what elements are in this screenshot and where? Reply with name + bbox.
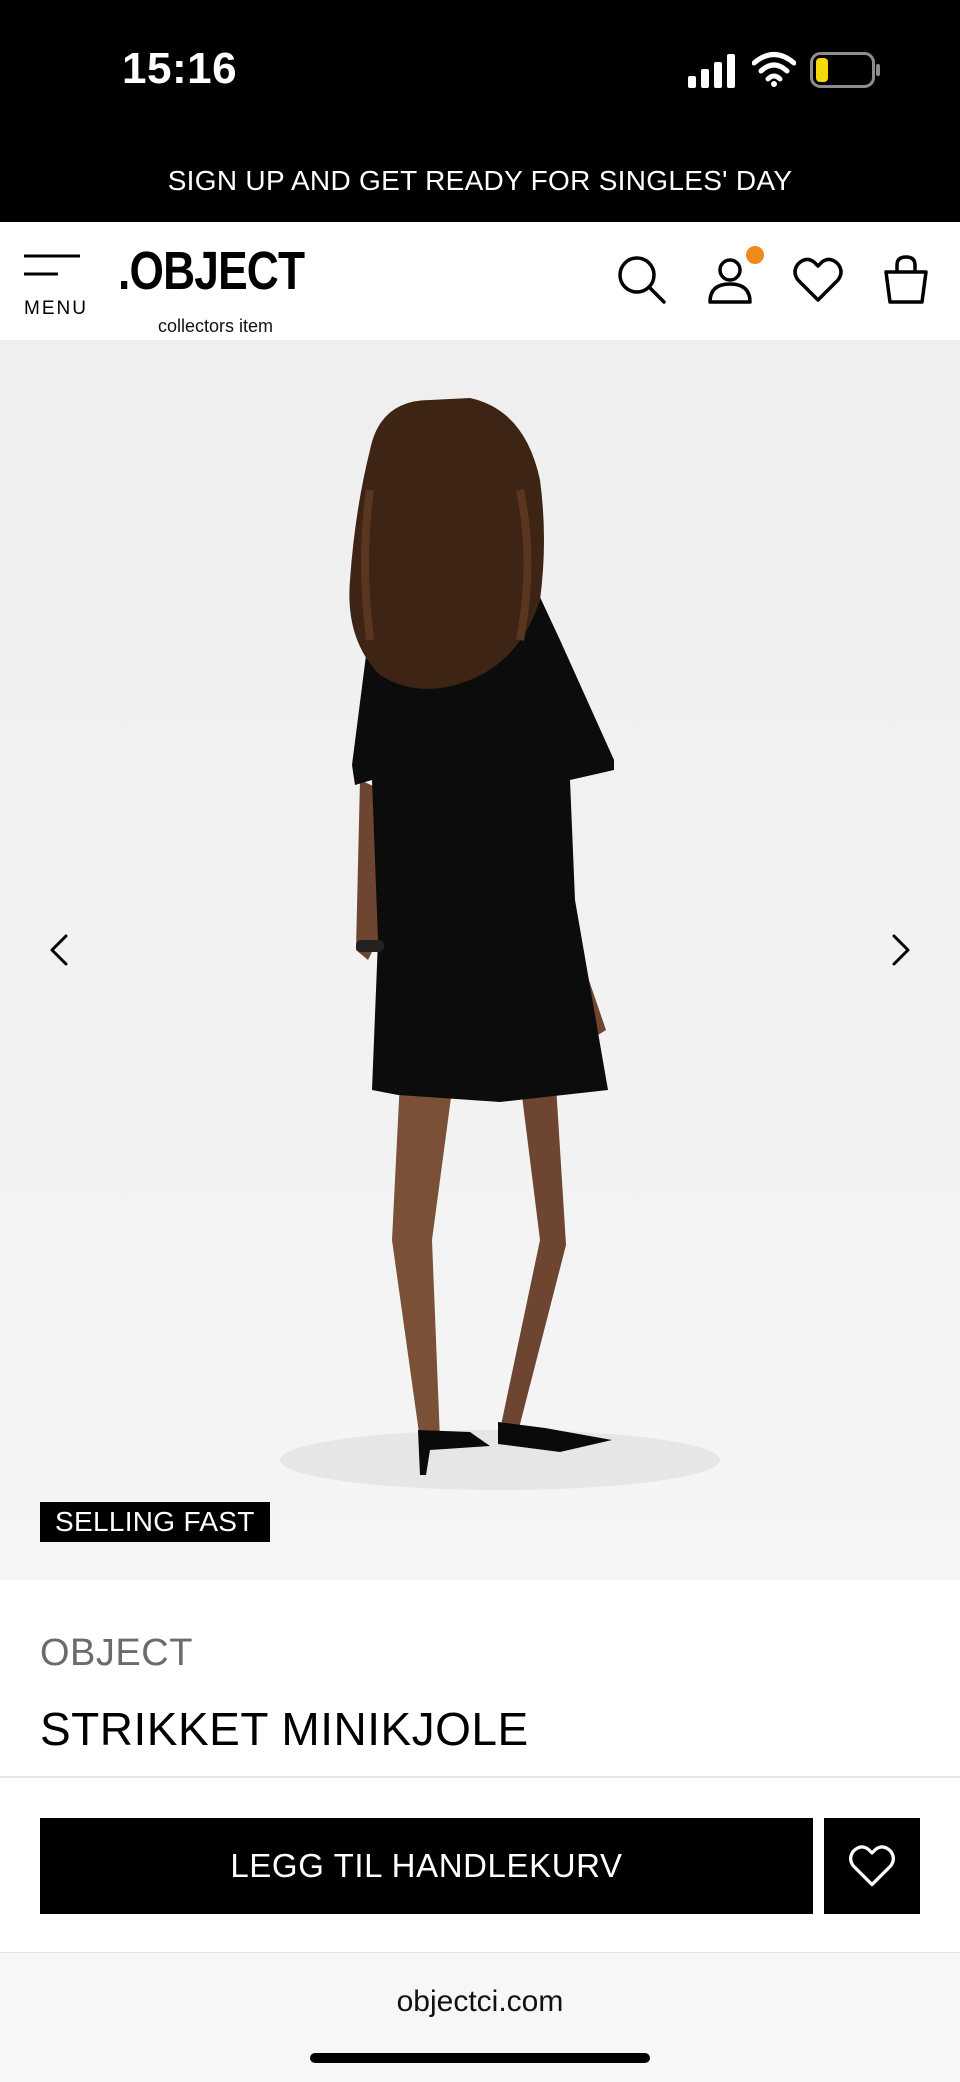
bag-icon[interactable]	[878, 252, 934, 308]
promo-banner[interactable]: SIGN UP AND GET READY FOR SINGLES' DAY	[0, 165, 960, 197]
action-bar: LEGG TIL HANDLEKURV	[0, 1778, 960, 1952]
top-bar: 15:16 SIGN UP AND GET READY FOR SINGLES'…	[0, 0, 960, 222]
heart-icon	[849, 1845, 895, 1887]
product-brand[interactable]: OBJECT	[40, 1632, 193, 1675]
product-photo	[280, 398, 720, 1490]
selling-fast-badge: SELLING FAST	[40, 1502, 270, 1542]
menu-button[interactable]: MENU	[24, 252, 90, 324]
url-text[interactable]: objectci.com	[0, 1985, 960, 2019]
add-to-wishlist-button[interactable]	[824, 1818, 920, 1914]
battery-icon	[810, 52, 880, 88]
home-indicator[interactable]	[310, 2053, 650, 2063]
chevron-left-icon[interactable]	[40, 920, 80, 980]
status-time: 15:16	[122, 44, 238, 93]
menu-label: MENU	[24, 298, 88, 319]
search-icon[interactable]	[614, 252, 670, 308]
brand-logo[interactable]: .OBJECT collectors item	[118, 240, 318, 336]
wifi-icon	[752, 52, 796, 87]
notification-dot	[746, 246, 764, 264]
logo-wordmark: .OBJECT	[118, 241, 305, 301]
hamburger-icon	[24, 254, 80, 276]
chevron-right-icon[interactable]	[880, 920, 920, 980]
site-header: MENU .OBJECT collectors item	[0, 222, 960, 340]
add-to-cart-button[interactable]: LEGG TIL HANDLEKURV	[40, 1818, 813, 1914]
product-gallery[interactable]: SELLING FAST	[0, 340, 960, 1580]
signal-icon	[688, 54, 735, 88]
logo-tagline: collectors item	[158, 316, 274, 336]
product-name: STRIKKET MINIKJOLE	[40, 1703, 529, 1755]
wishlist-icon[interactable]	[790, 252, 846, 308]
browser-url-bar: objectci.com	[0, 1952, 960, 2082]
